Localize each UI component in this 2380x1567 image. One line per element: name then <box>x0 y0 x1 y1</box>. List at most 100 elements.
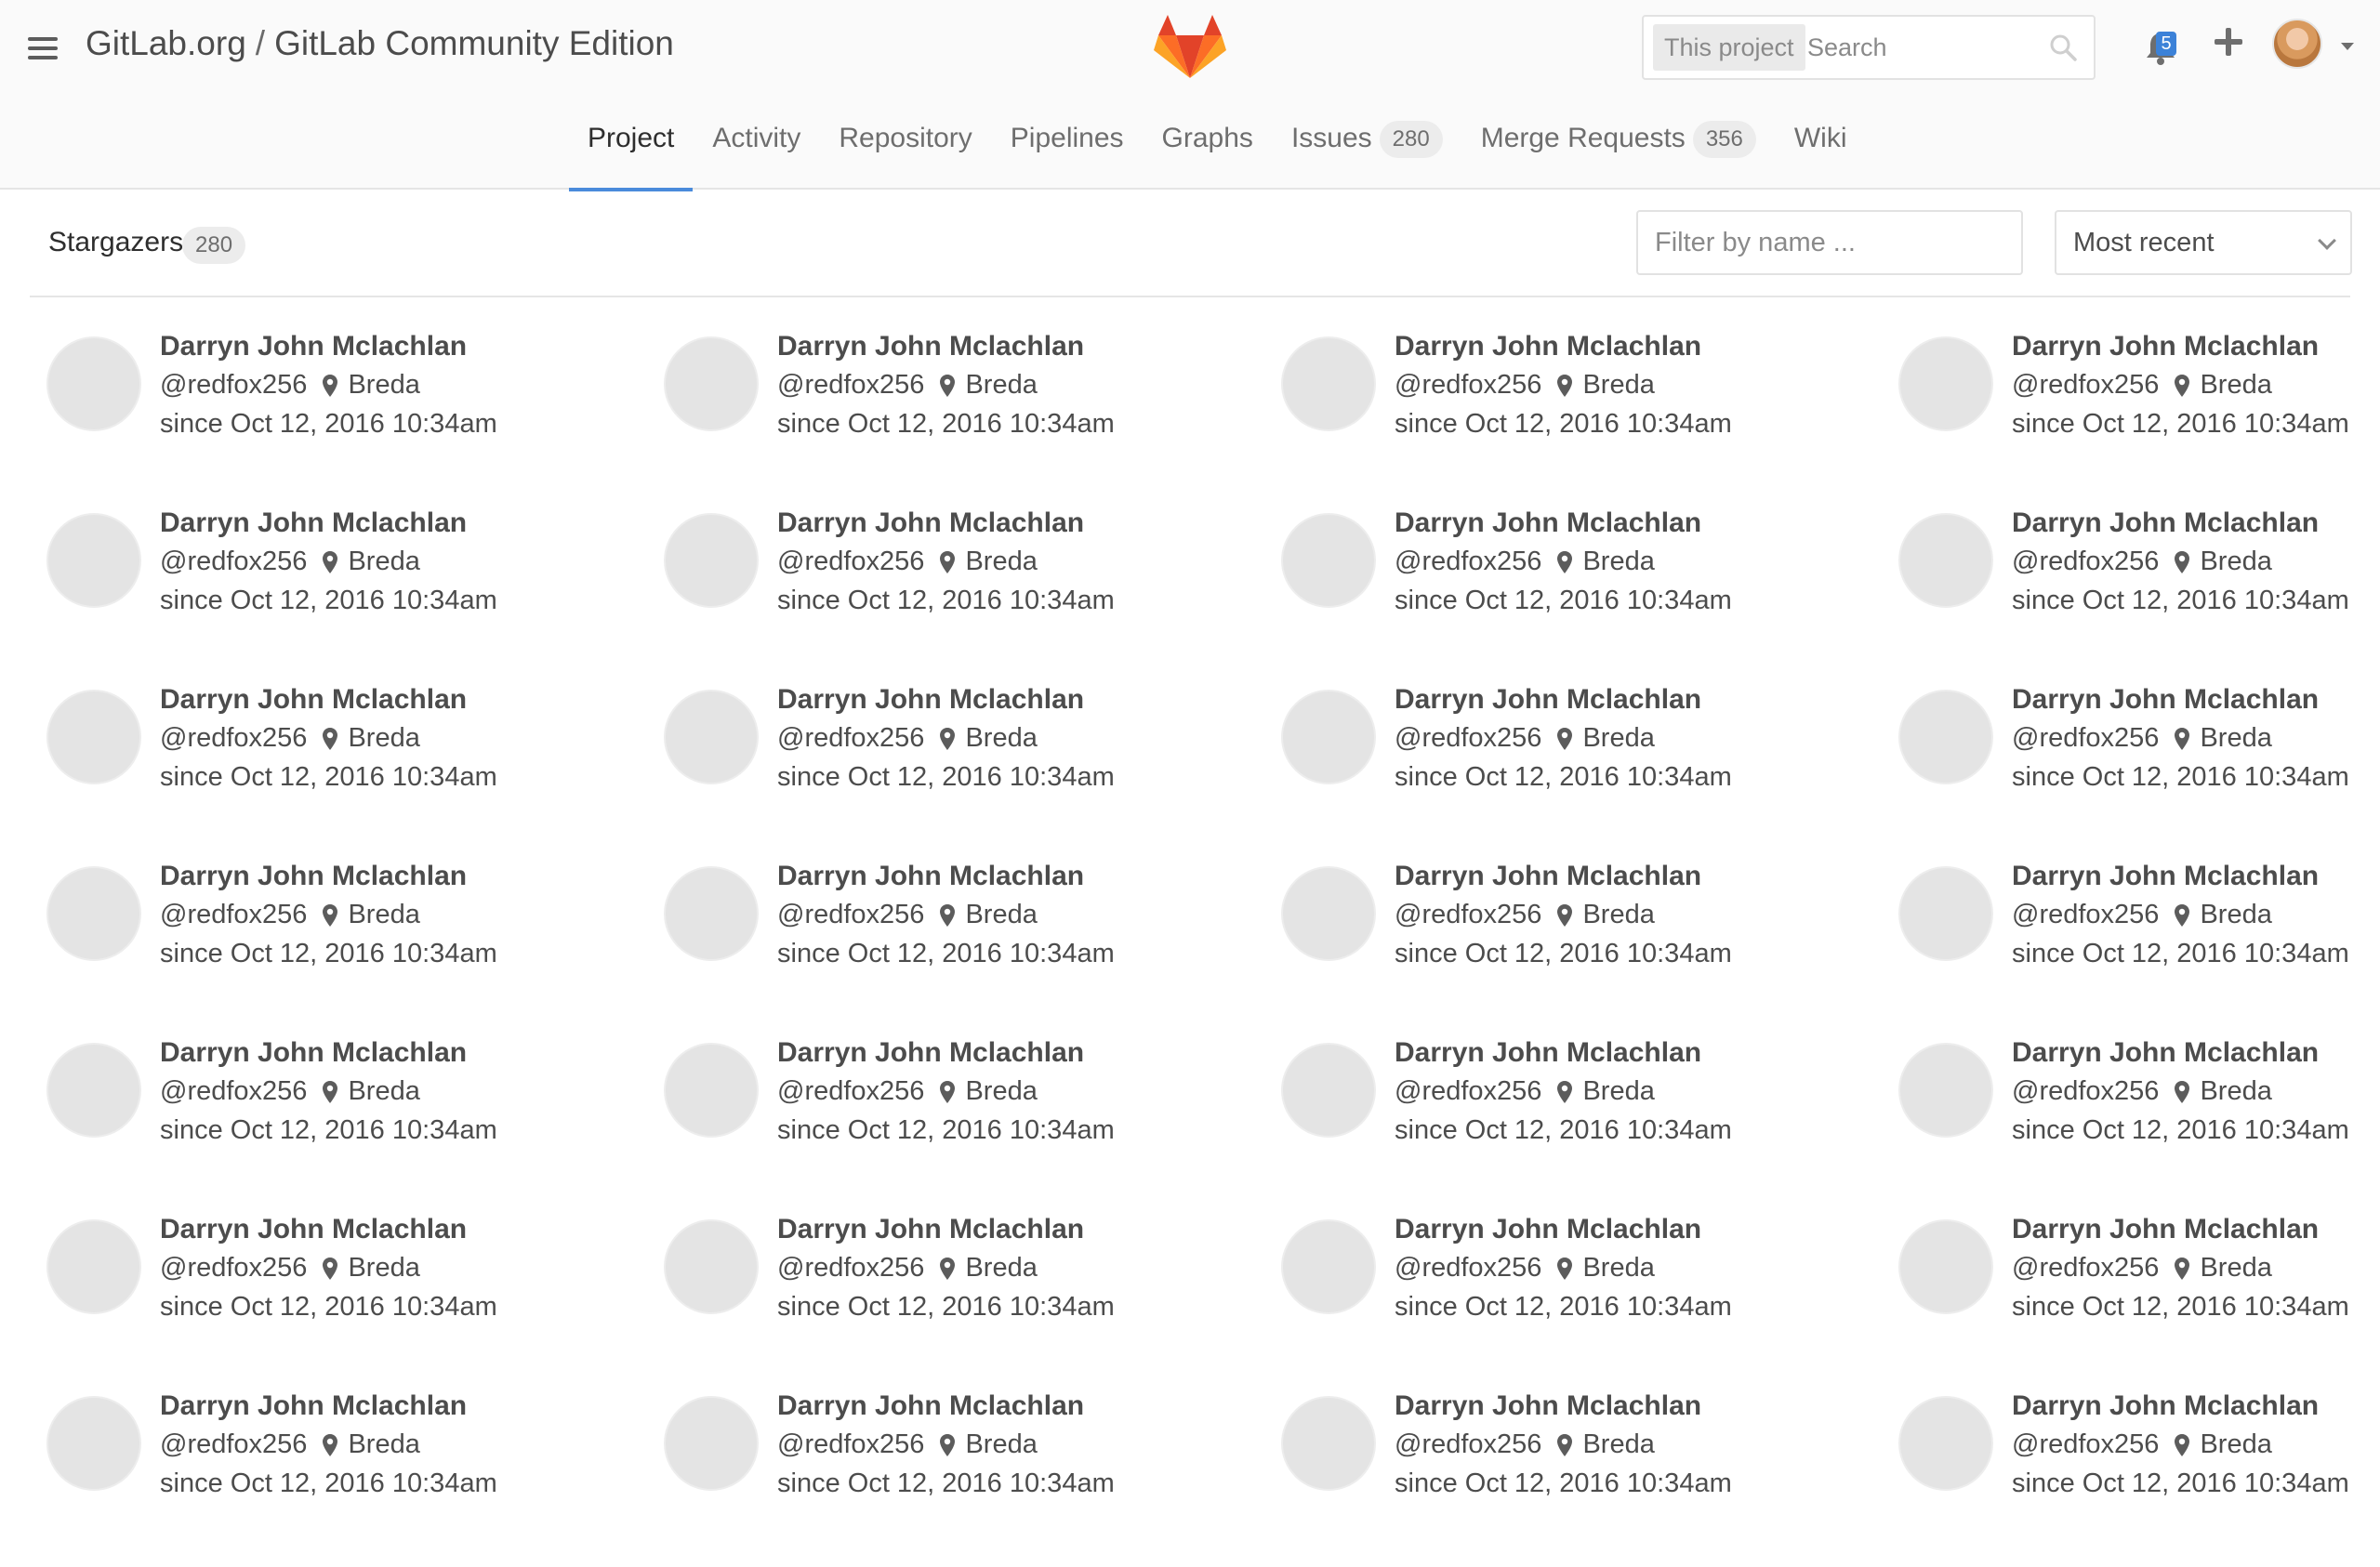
starred-since: since Oct 12, 2016 10:34am <box>160 1115 497 1145</box>
location-pin-icon <box>940 374 956 397</box>
new-item-plus-icon[interactable] <box>2215 28 2242 56</box>
avatar[interactable] <box>1281 1396 1376 1491</box>
user-name-link[interactable]: Darryn John Mclachlan <box>2012 861 2319 892</box>
avatar[interactable] <box>1898 1396 1993 1491</box>
filter-by-name-input[interactable] <box>1636 210 2023 275</box>
avatar[interactable] <box>1898 513 1993 608</box>
user-handle: @redfox256 <box>160 1076 308 1106</box>
avatar[interactable] <box>664 1219 759 1314</box>
avatar[interactable] <box>1898 1043 1993 1138</box>
user-name-link[interactable]: Darryn John Mclachlan <box>1395 1037 1701 1069</box>
notification-count-badge[interactable]: 5 <box>2156 32 2176 56</box>
gitlab-logo-icon[interactable] <box>1153 13 1227 80</box>
tab-label: Project <box>588 123 675 153</box>
user-name-link[interactable]: Darryn John Mclachlan <box>160 331 467 362</box>
location-pin-icon <box>323 1257 338 1280</box>
avatar[interactable] <box>664 1043 759 1138</box>
stargazer-card: Darryn John Mclachlan @redfox256 Breda s… <box>45 507 662 684</box>
stargazer-card: Darryn John Mclachlan @redfox256 Breda s… <box>662 684 1279 861</box>
user-name-link[interactable]: Darryn John Mclachlan <box>160 1037 467 1069</box>
user-name-link[interactable]: Darryn John Mclachlan <box>777 861 1084 892</box>
user-name-link[interactable]: Darryn John Mclachlan <box>2012 507 2319 539</box>
avatar[interactable] <box>1281 1219 1376 1314</box>
user-name-link[interactable]: Darryn John Mclachlan <box>1395 684 1701 716</box>
starred-since: since Oct 12, 2016 10:34am <box>160 1292 497 1322</box>
starred-since: since Oct 12, 2016 10:34am <box>160 1468 497 1498</box>
user-name-link[interactable]: Darryn John Mclachlan <box>777 1390 1084 1422</box>
user-meta: @redfox256 Breda <box>160 900 420 930</box>
avatar[interactable] <box>46 336 141 431</box>
sort-dropdown[interactable]: Most recent <box>2055 210 2352 275</box>
hamburger-menu-icon[interactable] <box>28 35 60 61</box>
stargazer-card: Darryn John Mclachlan @redfox256 Breda s… <box>1279 1037 1897 1214</box>
tab-graphs[interactable]: Graphs <box>1144 110 1272 190</box>
avatar[interactable] <box>1281 866 1376 961</box>
avatar[interactable] <box>46 690 141 784</box>
user-meta: @redfox256 Breda <box>777 546 1038 577</box>
user-name-link[interactable]: Darryn John Mclachlan <box>160 861 467 892</box>
user-location: Breda <box>965 900 1038 929</box>
tab-project[interactable]: Project <box>569 110 694 191</box>
user-name-link[interactable]: Darryn John Mclachlan <box>2012 1037 2319 1069</box>
avatar[interactable] <box>1281 336 1376 431</box>
user-name-link[interactable]: Darryn John Mclachlan <box>2012 684 2319 716</box>
user-name-link[interactable]: Darryn John Mclachlan <box>2012 1214 2319 1245</box>
user-name-link[interactable]: Darryn John Mclachlan <box>160 1390 467 1422</box>
avatar[interactable] <box>46 1043 141 1138</box>
user-name-link[interactable]: Darryn John Mclachlan <box>160 684 467 716</box>
tab-label: Pipelines <box>1010 123 1124 153</box>
avatar[interactable] <box>664 513 759 608</box>
search-scope-label[interactable]: This project <box>1653 24 1805 71</box>
user-location: Breda <box>348 370 420 400</box>
user-name-link[interactable]: Darryn John Mclachlan <box>1395 861 1701 892</box>
search-input[interactable] <box>1807 22 2040 72</box>
avatar[interactable] <box>1898 690 1993 784</box>
user-meta: @redfox256 Breda <box>2012 546 2272 577</box>
stargazer-card: Darryn John Mclachlan @redfox256 Breda s… <box>1897 684 2380 861</box>
tab-issues[interactable]: Issues 280 <box>1273 110 1461 190</box>
avatar[interactable] <box>1281 690 1376 784</box>
tab-wiki[interactable]: Wiki <box>1776 110 1866 190</box>
user-handle: @redfox256 <box>1395 1076 1542 1106</box>
avatar[interactable] <box>664 690 759 784</box>
user-location: Breda <box>2200 900 2272 929</box>
tab-pipelines[interactable]: Pipelines <box>992 110 1143 190</box>
avatar[interactable] <box>46 513 141 608</box>
user-name-link[interactable]: Darryn John Mclachlan <box>160 1214 467 1245</box>
stargazer-card: Darryn John Mclachlan @redfox256 Breda s… <box>662 1390 1279 1567</box>
avatar[interactable] <box>1281 1043 1376 1138</box>
avatar[interactable] <box>1898 336 1993 431</box>
user-avatar[interactable] <box>2272 19 2322 69</box>
user-location: Breda <box>348 723 420 753</box>
user-name-link[interactable]: Darryn John Mclachlan <box>1395 507 1701 539</box>
avatar[interactable] <box>664 336 759 431</box>
user-name-link[interactable]: Darryn John Mclachlan <box>777 1037 1084 1069</box>
tab-activity[interactable]: Activity <box>694 110 819 190</box>
user-name-link[interactable]: Darryn John Mclachlan <box>777 507 1084 539</box>
avatar[interactable] <box>664 866 759 961</box>
avatar[interactable] <box>664 1396 759 1491</box>
user-name-link[interactable]: Darryn John Mclachlan <box>777 684 1084 716</box>
avatar[interactable] <box>46 1396 141 1491</box>
user-name-link[interactable]: Darryn John Mclachlan <box>777 1214 1084 1245</box>
user-name-link[interactable]: Darryn John Mclachlan <box>1395 331 1701 362</box>
avatar[interactable] <box>1898 866 1993 961</box>
avatar[interactable] <box>46 866 141 961</box>
tab-repository[interactable]: Repository <box>820 110 990 190</box>
user-name-link[interactable]: Darryn John Mclachlan <box>1395 1214 1701 1245</box>
breadcrumb-group-link[interactable]: GitLab.org <box>86 24 246 62</box>
search-icon[interactable] <box>2049 33 2077 61</box>
user-menu[interactable] <box>2272 19 2356 71</box>
user-name-link[interactable]: Darryn John Mclachlan <box>1395 1390 1701 1422</box>
user-location: Breda <box>965 1253 1038 1283</box>
user-name-link[interactable]: Darryn John Mclachlan <box>160 507 467 539</box>
user-name-link[interactable]: Darryn John Mclachlan <box>777 331 1084 362</box>
breadcrumb-project-link[interactable]: GitLab Community Edition <box>274 24 674 62</box>
avatar[interactable] <box>1898 1219 1993 1314</box>
user-name-link[interactable]: Darryn John Mclachlan <box>2012 331 2319 362</box>
tab-merge-requests[interactable]: Merge Requests 356 <box>1462 110 1775 190</box>
avatar[interactable] <box>1281 513 1376 608</box>
avatar[interactable] <box>46 1219 141 1314</box>
user-handle: @redfox256 <box>160 1253 308 1283</box>
user-name-link[interactable]: Darryn John Mclachlan <box>2012 1390 2319 1422</box>
